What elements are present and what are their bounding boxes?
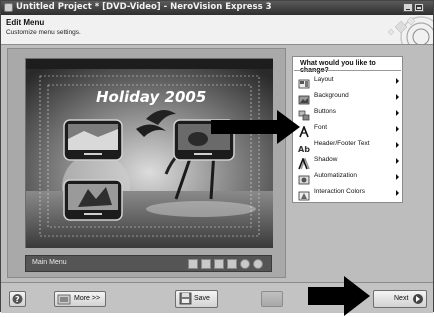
- menu-preview-title: Holiday 2005: [96, 88, 206, 106]
- option-label: Shadow: [314, 156, 338, 163]
- option-background[interactable]: Background: [295, 89, 401, 105]
- next-arrow-icon: [413, 294, 423, 304]
- layout-icon: [298, 75, 310, 89]
- option-label: Automatization: [314, 172, 357, 179]
- page-subtitle: Customize menu settings.: [6, 29, 81, 36]
- minimize-icon[interactable]: [403, 3, 413, 12]
- buttons-icon: [298, 107, 310, 121]
- header-footer-icon: Abc: [298, 139, 315, 154]
- svg-text:?: ?: [15, 295, 20, 304]
- title-bar[interactable]: Untitled Project * [DVD-Video] - NeroVis…: [1, 1, 433, 15]
- more-button-label: More >>: [74, 295, 101, 302]
- window-title: Untitled Project * [DVD-Video] - NeroVis…: [16, 2, 272, 12]
- chevron-right-icon: [396, 174, 399, 180]
- help-icon: ?: [12, 294, 23, 304]
- menu-preview[interactable]: Holiday 2005: [25, 58, 273, 248]
- option-label: Layout: [314, 76, 334, 83]
- circle-check-icon[interactable]: [253, 259, 263, 269]
- option-buttons[interactable]: Buttons: [295, 105, 401, 121]
- shadow-icon: [298, 155, 310, 170]
- menu-editor-pane: Holiday 2005 Main Menu: [7, 48, 286, 278]
- interaction-colors-icon: [298, 187, 310, 201]
- chevron-right-icon: [396, 110, 399, 116]
- page-header: Edit Menu Customize menu settings.: [1, 15, 434, 58]
- maximize-icon[interactable]: [414, 3, 424, 12]
- option-label: Interaction Colors: [314, 188, 365, 195]
- chevron-right-icon: [396, 94, 399, 100]
- divider: [294, 70, 401, 71]
- font-icon: [298, 123, 310, 138]
- option-layout[interactable]: Layout: [295, 73, 401, 89]
- next-button-label: Next: [394, 295, 409, 302]
- option-automatization[interactable]: Automatization: [295, 169, 401, 185]
- chevron-right-icon: [396, 158, 399, 164]
- more-icon: [57, 294, 71, 305]
- app-window: Untitled Project * [DVD-Video] - NeroVis…: [0, 0, 434, 313]
- option-font[interactable]: Font: [295, 121, 401, 138]
- page-title: Edit Menu: [6, 18, 45, 27]
- chevron-right-icon: [396, 126, 399, 132]
- chevron-right-icon: [396, 190, 399, 196]
- option-label: Buttons: [314, 108, 337, 115]
- chevron-right-icon: [396, 78, 399, 84]
- background-icon: [298, 91, 310, 105]
- page-icon[interactable]: [188, 259, 198, 269]
- more-button[interactable]: More >>: [54, 291, 106, 307]
- option-interaction-colors[interactable]: Interaction Colors: [295, 185, 401, 201]
- option-label: Background: [314, 92, 349, 99]
- option-label: Header/Footer Text: [314, 140, 370, 147]
- save-button-label: Save: [194, 295, 210, 302]
- page-icon[interactable]: [227, 259, 237, 269]
- chevron-right-icon: [396, 142, 399, 148]
- page-icon[interactable]: [201, 259, 211, 269]
- option-shadow[interactable]: Shadow: [295, 153, 401, 170]
- nerovision-app-icon: [4, 3, 13, 12]
- menu-navigation-bar: Main Menu: [25, 255, 272, 272]
- change-options-panel: What would you like to change? Layout Ba…: [292, 56, 403, 203]
- circle-check-icon[interactable]: [240, 259, 250, 269]
- next-button[interactable]: Next: [373, 290, 427, 308]
- automatization-icon: [298, 171, 310, 185]
- save-icon: [179, 292, 192, 305]
- options-question: What would you like to change?: [300, 60, 376, 74]
- option-label: Font: [314, 124, 328, 131]
- option-header-footer-text[interactable]: Abc Header/Footer Text: [295, 137, 401, 154]
- menu-bar-label: Main Menu: [32, 259, 67, 266]
- nero-logo: [363, 15, 434, 58]
- page-icon[interactable]: [214, 259, 224, 269]
- save-button[interactable]: Save: [175, 290, 218, 308]
- help-button[interactable]: ?: [9, 291, 26, 307]
- bottom-toolbar: ? More >> Save Next: [1, 282, 433, 313]
- back-button[interactable]: [261, 291, 283, 307]
